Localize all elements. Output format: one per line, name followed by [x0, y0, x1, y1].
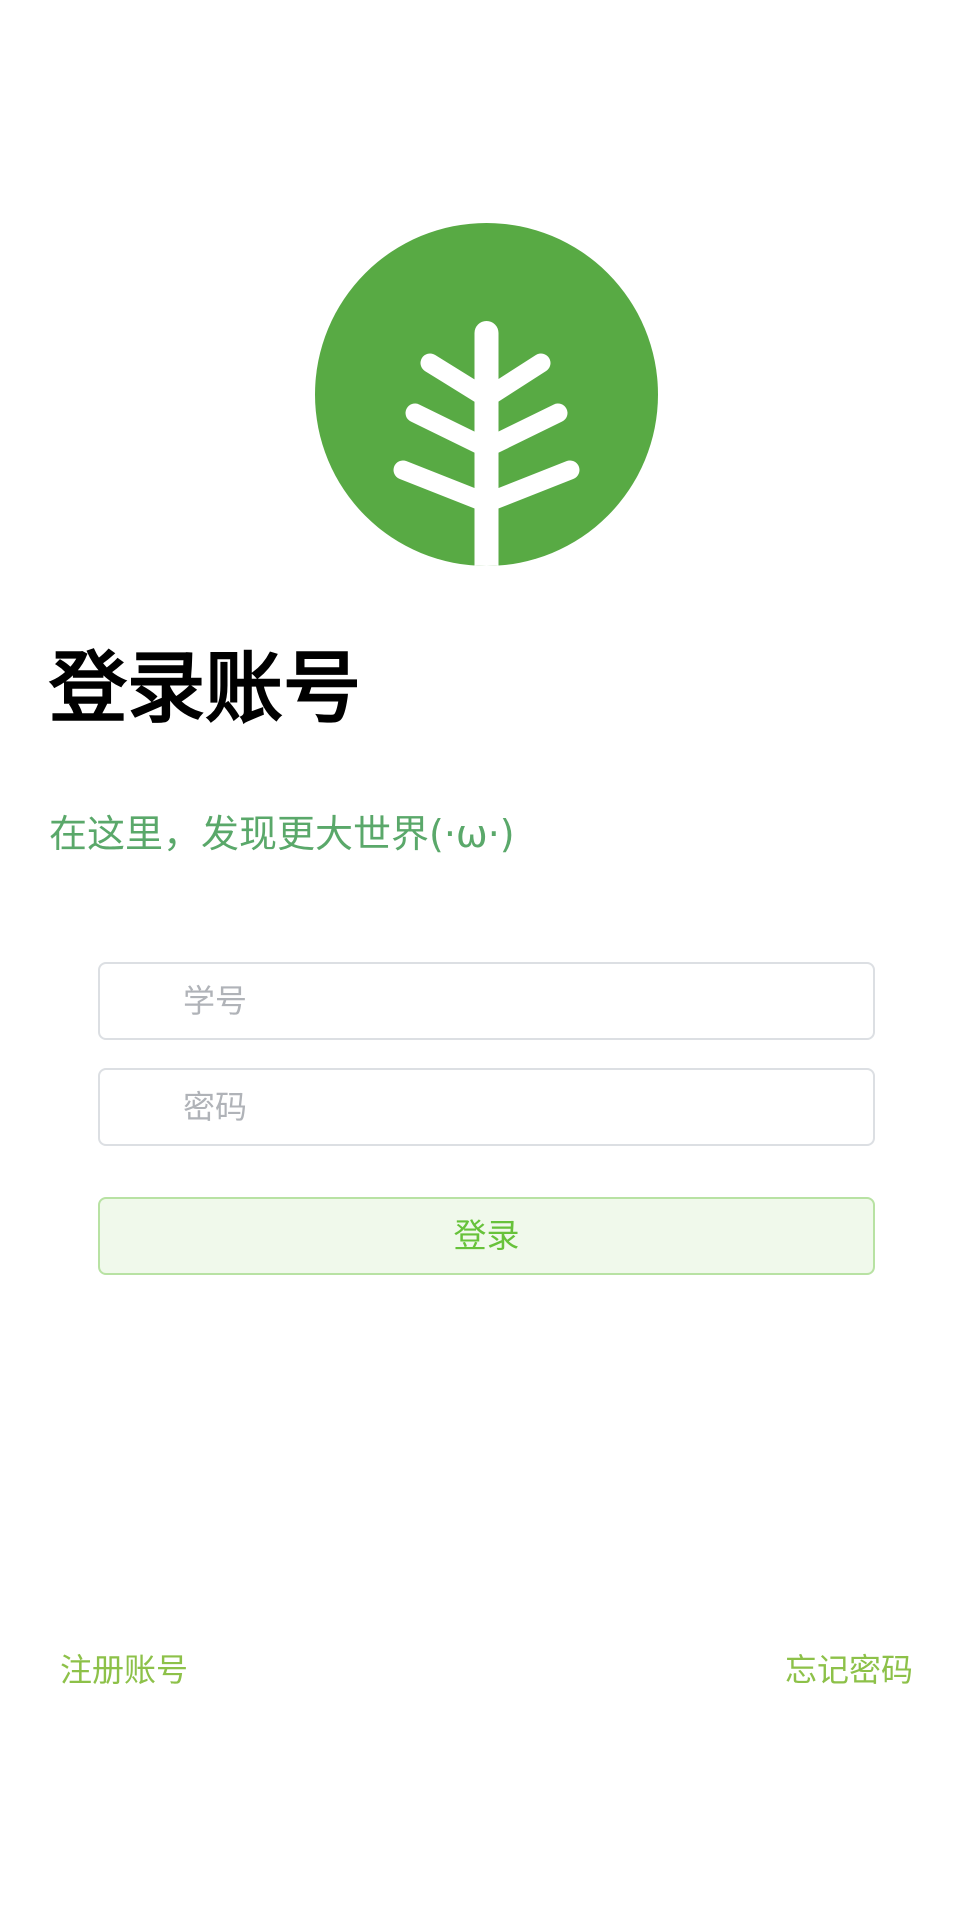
student-id-input[interactable]	[98, 962, 875, 1040]
login-button[interactable]: 登录	[98, 1197, 875, 1275]
tree-sprout-icon	[315, 223, 658, 566]
register-account-link[interactable]: 注册账号	[60, 1654, 188, 1686]
page-title: 登录账号	[49, 644, 362, 734]
app-logo	[315, 223, 658, 566]
forgot-password-link[interactable]: 忘记密码	[785, 1654, 913, 1686]
page-subtitle: 在这里，发现更大世界(·ω·)	[49, 812, 515, 856]
password-input[interactable]	[98, 1068, 875, 1146]
